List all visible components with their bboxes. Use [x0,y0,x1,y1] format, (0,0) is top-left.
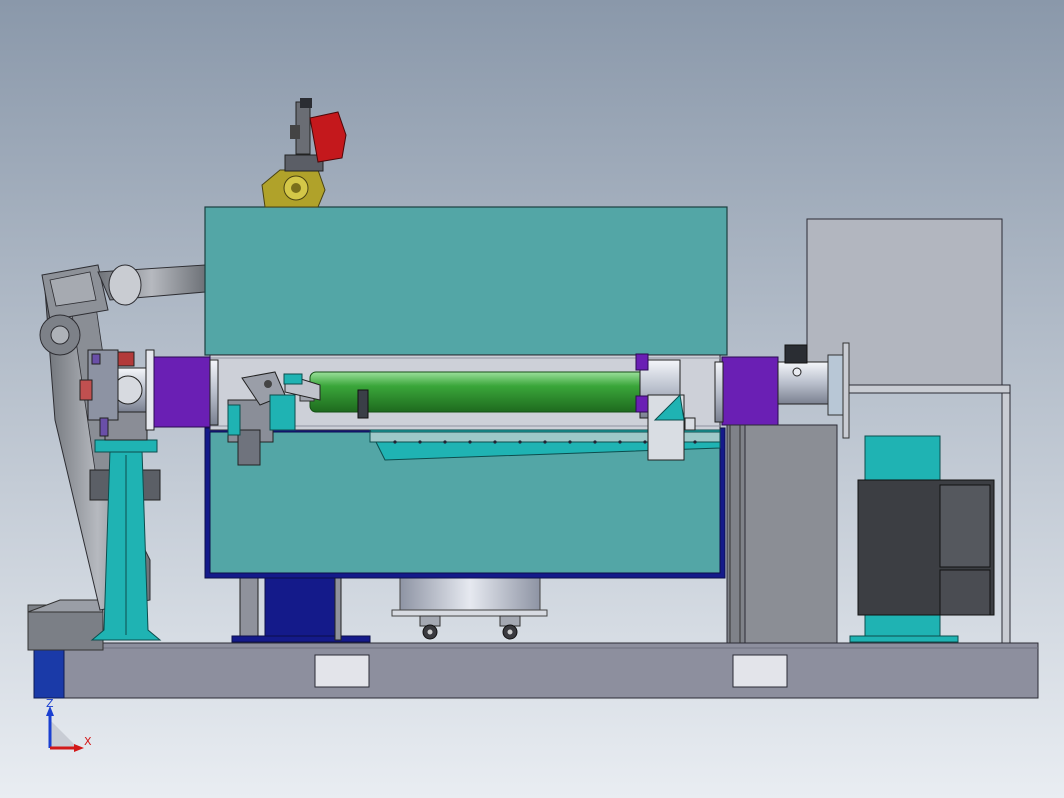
machine-drawing [0,0,1064,798]
z-axis-label: Z [46,697,54,710]
upper-cover[interactable] [204,206,728,356]
base-access-panel [732,654,788,688]
control-box[interactable] [857,479,995,616]
base-platform[interactable] [61,642,1039,699]
x-axis-label: X [84,735,92,748]
base-access-panel [314,654,370,688]
left-flange[interactable] [153,356,219,428]
cad-viewport[interactable]: Z X [0,0,1064,798]
right-flange[interactable] [714,356,779,426]
